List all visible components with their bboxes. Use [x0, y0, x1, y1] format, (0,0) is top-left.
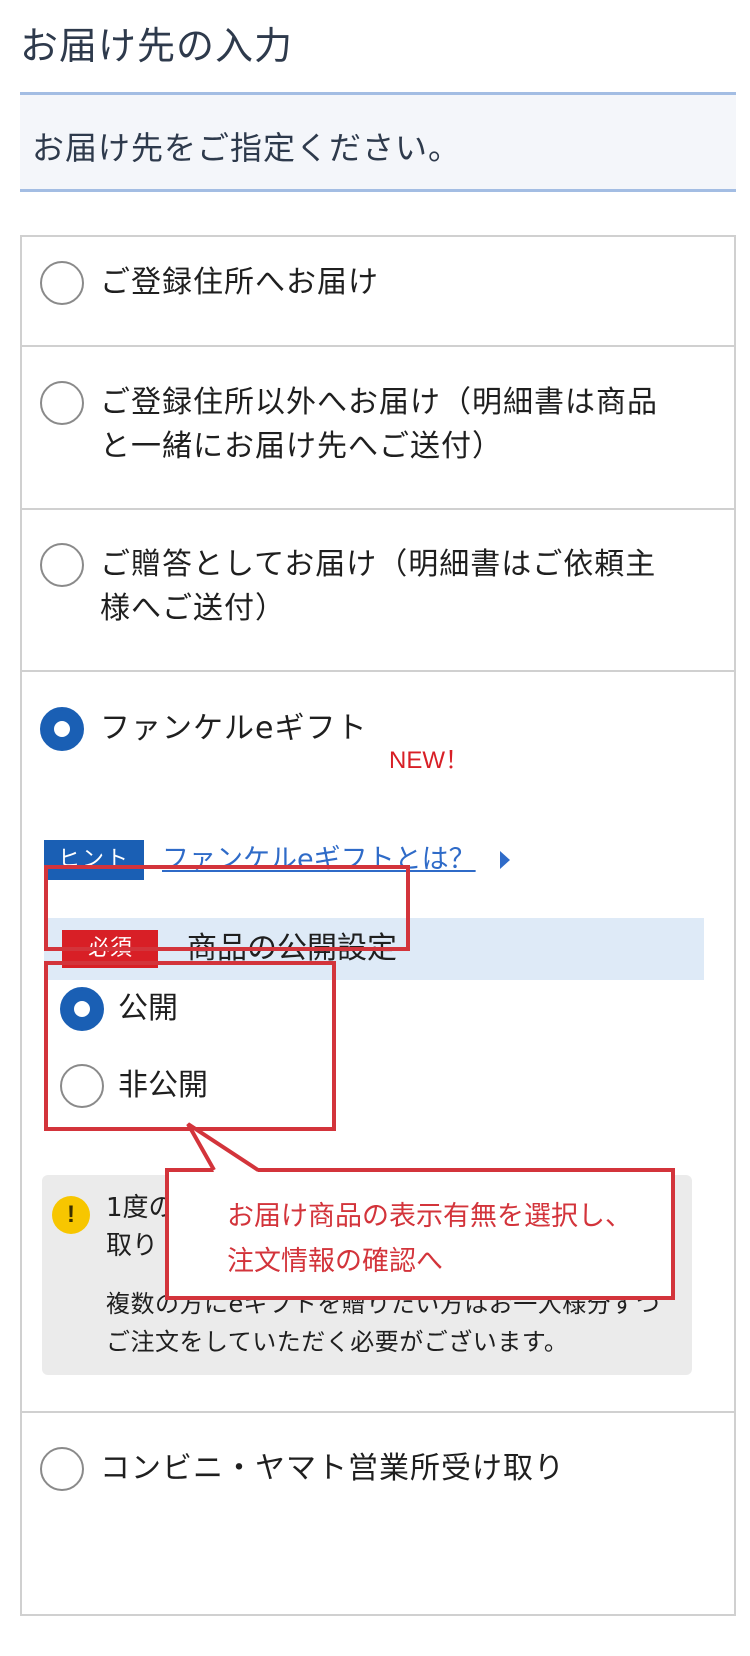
callout-pointer	[186, 1122, 260, 1172]
